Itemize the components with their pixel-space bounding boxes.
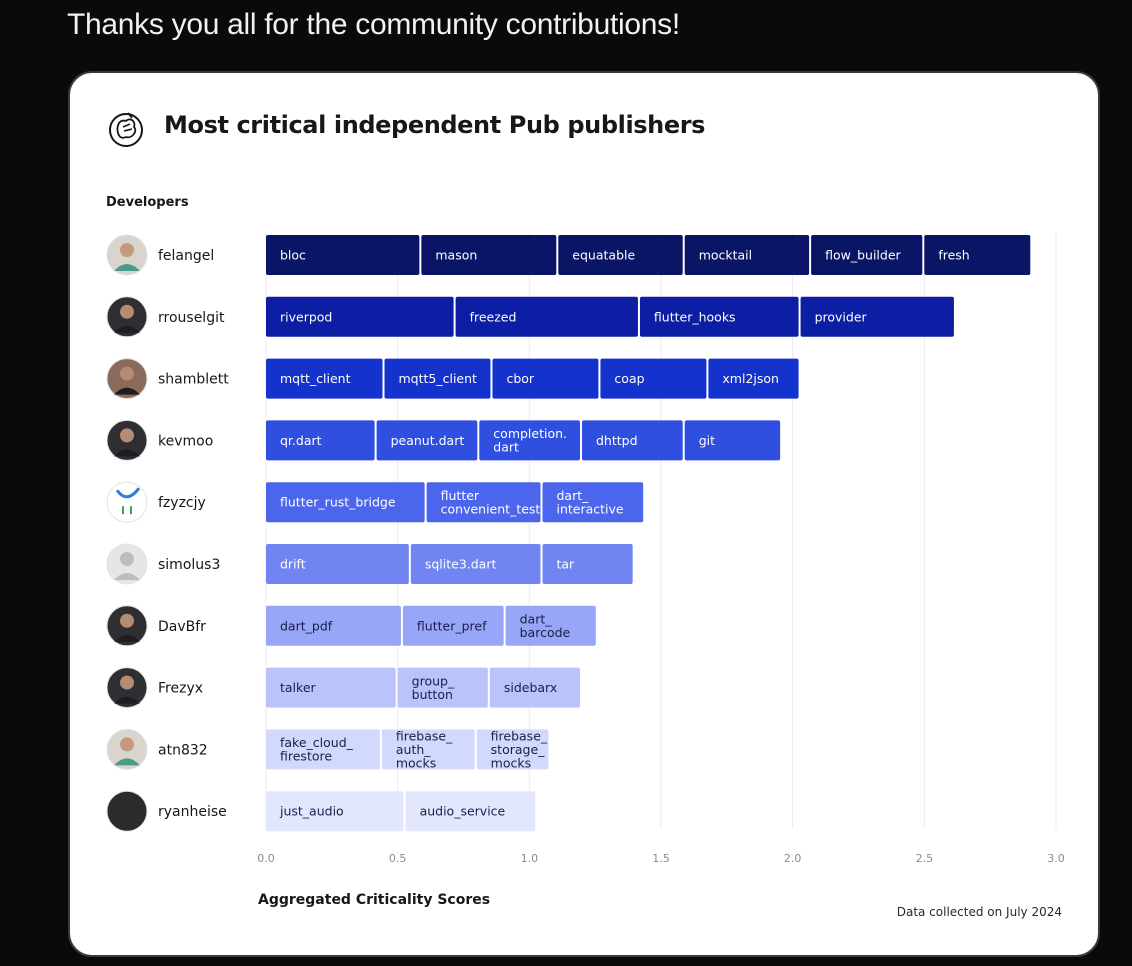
package-label: talker [280,680,317,695]
developer-name: shamblett [158,372,229,388]
developer-name: DavBfr [158,619,206,635]
avatar-face [120,675,134,690]
developer-name: simolus3 [158,557,220,573]
package-label: coap [614,371,644,386]
avatar-face [120,243,134,257]
package-label: tar [557,557,576,572]
avatar-face [120,737,134,752]
package-label: cbor [506,371,534,386]
x-axis-label: Aggregated Criticality Scores [258,892,490,908]
data-collected-note: Data collected on July 2024 [896,905,1062,919]
developer-name: Frezyx [158,681,203,697]
developer-name: felangel [158,248,214,264]
x-tick-label: 1.5 [652,852,670,865]
developer-name: ryanheise [158,804,227,820]
package-label: provider [815,309,868,324]
criticality-bar-chart: 0.0 0.5 1.0 1.5 2.0 2.5 3.0 Aggregated Critical… [106,233,1065,908]
avatar-face [120,366,134,381]
x-tick-label: 1.0 [521,852,539,865]
package-label: group_ button [412,673,455,702]
developer-name: fzyzcjy [158,495,206,511]
package-label: mocktail [699,248,752,263]
avatar-face [120,304,134,319]
x-tick-label: 3.0 [1047,852,1065,865]
package-label: peanut.dart [391,433,465,448]
package-label: flutter_hooks [654,309,736,324]
avatar [106,481,148,523]
package-label: sidebarx [504,680,557,695]
avatar-face [120,613,134,628]
package-label: qr.dart [280,433,322,448]
package-label: flutter_pref [417,618,487,633]
x-tick-label: 2.5 [916,852,934,865]
avatar [106,790,148,832]
avatar-face [120,552,134,566]
x-tick-label: 0.0 [257,852,275,865]
developer-name: rrouselgit [158,310,225,326]
package-label: xml2json [722,371,779,386]
package-label: equatable [572,248,635,263]
package-label: drift [280,557,306,572]
package-label: riverpod [280,309,332,324]
package-label: just_audio [279,804,344,819]
package-label: flutter_rust_bridge [280,495,396,510]
package-label: mqtt5_client [399,371,478,386]
chart-card: Most critical independent Pub publishers… [68,71,1100,957]
package-label: fresh [938,248,969,263]
package-label: git [699,433,715,448]
package-label: bloc [280,248,306,263]
package-label: dart_pdf [280,618,333,633]
post-text: Thanks you all for the community contrib… [67,8,680,41]
x-tick-label: 0.5 [389,852,407,865]
package-label: freezed [470,309,517,324]
package-label: audio_service [420,804,506,819]
package-label: sqlite3.dart [425,557,497,572]
package-label: mason [435,248,477,263]
developer-name: atn832 [158,742,208,758]
package-label: dhttpd [596,433,638,448]
package-label: flow_builder [825,248,901,263]
x-tick-label: 2.0 [784,852,802,865]
developer-name: kevmoo [158,433,213,449]
package-label: mqtt_client [280,371,351,386]
avatar-face [120,428,134,443]
